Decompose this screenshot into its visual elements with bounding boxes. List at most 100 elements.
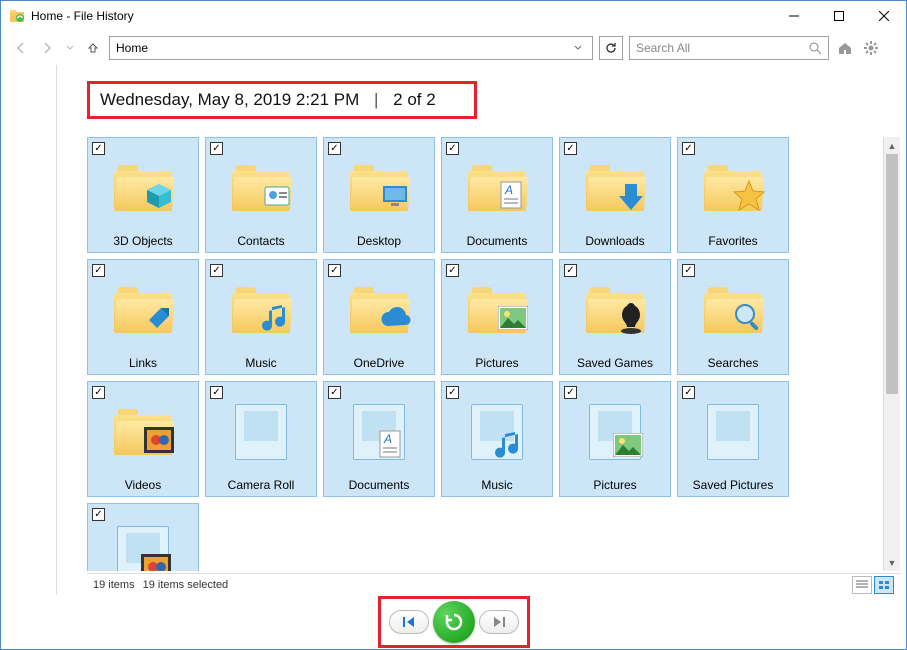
maximize-button[interactable]	[816, 1, 861, 31]
history-dropdown[interactable]	[63, 38, 77, 58]
overlay-icon	[260, 301, 294, 335]
sidebar	[1, 65, 57, 595]
checkbox[interactable]: ✓	[682, 142, 695, 155]
restore-button[interactable]	[433, 601, 475, 643]
selected-count: 19 items selected	[143, 579, 229, 591]
item-icon	[343, 142, 415, 234]
checkbox[interactable]: ✓	[210, 264, 223, 277]
overlay-icon	[378, 179, 412, 213]
list-item[interactable]: ✓Videos	[87, 503, 199, 571]
checkbox[interactable]: ✓	[328, 386, 341, 399]
checkbox[interactable]: ✓	[210, 142, 223, 155]
address-bar[interactable]: Home	[109, 36, 593, 60]
checkbox[interactable]: ✓	[682, 386, 695, 399]
playback-controls	[378, 596, 530, 648]
item-icon	[697, 386, 769, 478]
snapshot-header: Wednesday, May 8, 2019 2:21 PM | 2 of 2	[87, 81, 477, 119]
overlay-icon	[378, 301, 412, 335]
overlay-icon	[732, 301, 766, 335]
overlay-icon: A	[496, 179, 530, 213]
grid-wrap: ✓3D Objects✓Contacts✓Desktop✓ADocuments✓…	[87, 137, 900, 571]
overlay-icon	[496, 301, 530, 335]
search-box[interactable]: Search All	[629, 36, 829, 60]
item-label: Pictures	[564, 478, 666, 492]
item-icon	[107, 386, 179, 478]
svg-text:A: A	[383, 432, 392, 446]
content: Wednesday, May 8, 2019 2:21 PM | 2 of 2 …	[57, 65, 906, 595]
item-icon: A	[343, 386, 415, 478]
scroll-down-button[interactable]: ▼	[884, 554, 900, 571]
item-label: Searches	[682, 356, 784, 370]
checkbox[interactable]: ✓	[564, 142, 577, 155]
forward-button[interactable]	[37, 38, 57, 58]
list-item[interactable]: ✓ Pictures	[559, 381, 671, 497]
search-icon	[809, 42, 822, 55]
home-icon[interactable]	[835, 38, 855, 58]
close-button[interactable]	[861, 1, 906, 31]
list-item[interactable]: ✓ADocuments	[441, 137, 553, 253]
snapshot-position: 2 of 2	[393, 90, 436, 109]
list-item[interactable]: ✓Desktop	[323, 137, 435, 253]
checkbox[interactable]: ✓	[682, 264, 695, 277]
back-button[interactable]	[11, 38, 31, 58]
playback-bar	[1, 595, 906, 649]
app-icon	[9, 8, 25, 24]
status-bar: 19 items 19 items selected	[87, 573, 900, 595]
checkbox[interactable]: ✓	[210, 386, 223, 399]
up-button[interactable]	[83, 38, 103, 58]
item-icon	[579, 142, 651, 234]
checkbox[interactable]: ✓	[92, 264, 105, 277]
snapshot-date: Wednesday, May 8, 2019 2:21 PM	[100, 90, 359, 109]
scroll-up-button[interactable]: ▲	[884, 137, 900, 154]
address-dropdown-icon[interactable]	[570, 44, 586, 52]
item-count: 19 items	[93, 579, 135, 591]
checkbox[interactable]: ✓	[446, 142, 459, 155]
scroll-thumb[interactable]	[886, 154, 898, 394]
item-label: Saved Games	[564, 356, 666, 370]
checkbox[interactable]: ✓	[328, 264, 341, 277]
list-item[interactable]: ✓OneDrive	[323, 259, 435, 375]
next-version-button[interactable]	[479, 610, 519, 634]
overlay-icon	[729, 428, 763, 462]
checkbox[interactable]: ✓	[446, 264, 459, 277]
checkbox[interactable]: ✓	[92, 142, 105, 155]
overlay-icon	[139, 550, 173, 571]
list-item[interactable]: ✓Links	[87, 259, 199, 375]
previous-version-button[interactable]	[389, 610, 429, 634]
item-grid: ✓3D Objects✓Contacts✓Desktop✓ADocuments✓…	[87, 137, 883, 571]
details-view-button[interactable]	[852, 576, 872, 594]
list-item[interactable]: ✓ Saved Games	[559, 259, 671, 375]
minimize-button[interactable]	[771, 1, 816, 31]
list-item[interactable]: ✓ Downloads	[559, 137, 671, 253]
item-icon	[461, 386, 533, 478]
list-item[interactable]: ✓ Camera Roll	[205, 381, 317, 497]
list-item[interactable]: ✓ Favorites	[677, 137, 789, 253]
settings-icon[interactable]	[861, 38, 881, 58]
refresh-button[interactable]	[599, 36, 623, 60]
checkbox[interactable]: ✓	[564, 386, 577, 399]
item-label: Favorites	[682, 234, 784, 248]
list-item[interactable]: ✓Saved Pictures	[677, 381, 789, 497]
overlay-icon	[142, 423, 176, 457]
list-item[interactable]: ✓ Searches	[677, 259, 789, 375]
list-item[interactable]: ✓Contacts	[205, 137, 317, 253]
checkbox[interactable]: ✓	[328, 142, 341, 155]
scrollbar[interactable]: ▲ ▼	[883, 137, 900, 571]
list-item[interactable]: ✓Videos	[87, 381, 199, 497]
checkbox[interactable]: ✓	[564, 264, 577, 277]
scroll-track[interactable]	[884, 154, 900, 554]
item-label: Camera Roll	[210, 478, 312, 492]
checkbox[interactable]: ✓	[92, 508, 105, 521]
icons-view-button[interactable]	[874, 576, 894, 594]
list-item[interactable]: ✓Music	[441, 381, 553, 497]
list-item[interactable]: ✓ADocuments	[323, 381, 435, 497]
item-icon	[697, 264, 769, 356]
list-item[interactable]: ✓3D Objects	[87, 137, 199, 253]
checkbox[interactable]: ✓	[446, 386, 459, 399]
list-item[interactable]: ✓Music	[205, 259, 317, 375]
overlay-icon	[611, 428, 645, 462]
overlay-icon	[732, 179, 766, 213]
list-item[interactable]: ✓Pictures	[441, 259, 553, 375]
item-label: Downloads	[564, 234, 666, 248]
checkbox[interactable]: ✓	[92, 386, 105, 399]
